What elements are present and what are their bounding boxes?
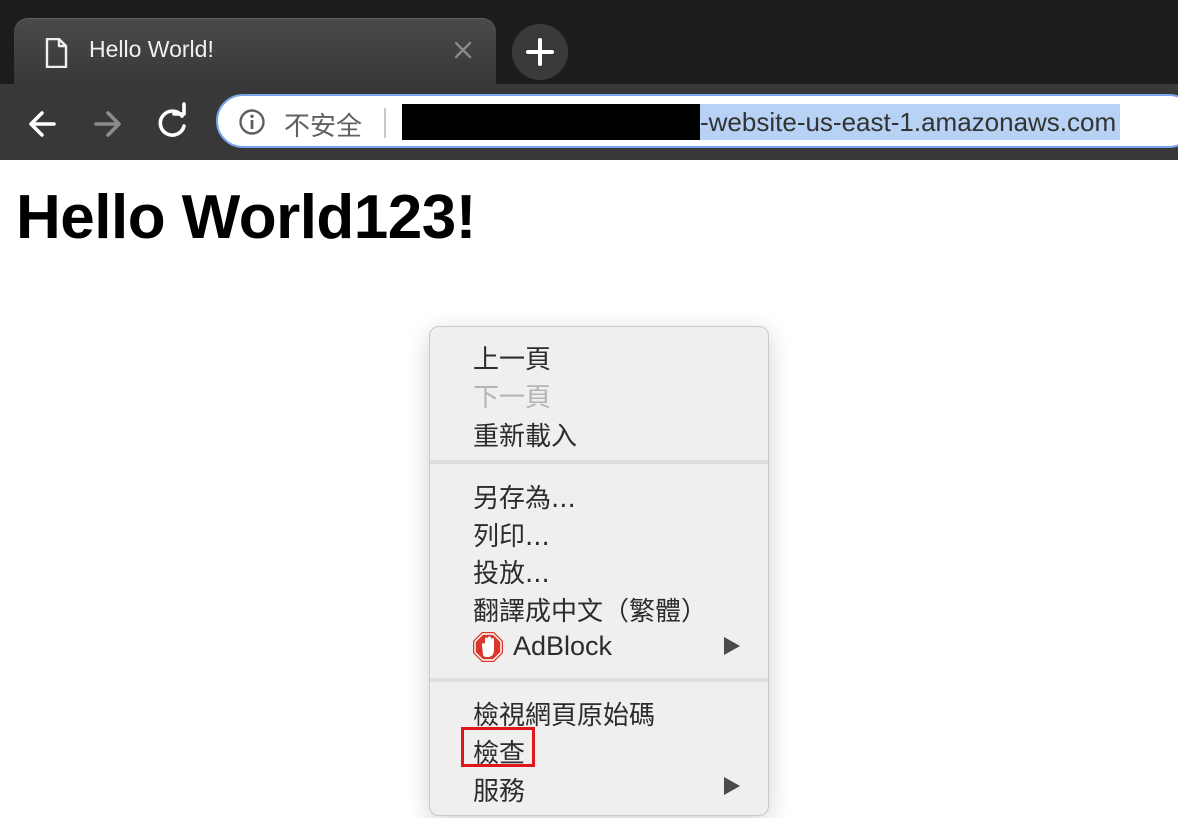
- menu-item-translate[interactable]: 翻譯成中文（繁體）: [430, 587, 768, 627]
- context-menu: 上一頁 下一頁 重新載入 另存為... 列印... 投放... 翻譯成中文（繁體…: [429, 326, 769, 816]
- address-bar[interactable]: 不安全 -website-us-east-1.amazonaws.com: [216, 94, 1178, 148]
- menu-separator: [430, 678, 768, 682]
- document-icon: [45, 38, 68, 68]
- browser-chrome: Hello World! 不安全 -website-us-east-1.amaz…: [0, 0, 1178, 160]
- menu-item-label: 上一頁: [473, 345, 552, 375]
- menu-item-back[interactable]: 上一頁: [430, 335, 768, 375]
- toolbar: 不安全 -website-us-east-1.amazonaws.com: [0, 84, 1178, 160]
- menu-item-label: 下一頁: [473, 383, 552, 413]
- close-icon[interactable]: [450, 36, 476, 64]
- menu-item-label: 服務: [473, 777, 526, 807]
- submenu-arrow-icon: [724, 637, 740, 655]
- page-heading: Hello World123!: [16, 183, 476, 252]
- menu-item-adblock[interactable]: AdBlock: [430, 627, 768, 665]
- menu-item-label: 另存為...: [473, 484, 576, 514]
- menu-item-label: 投放...: [473, 559, 550, 589]
- menu-item-label: 列印...: [473, 522, 550, 552]
- info-icon[interactable]: [238, 108, 266, 136]
- url-redaction: [402, 104, 700, 140]
- security-label[interactable]: 不安全: [284, 106, 362, 143]
- menu-item-label: 翻譯成中文（繁體）: [473, 597, 708, 627]
- adblock-icon: [473, 632, 503, 662]
- omnibox-divider: [384, 108, 386, 138]
- highlight-box: [461, 727, 535, 767]
- menu-item-forward: 下一頁: [430, 373, 768, 413]
- menu-item-services[interactable]: 服務: [430, 767, 768, 807]
- plus-icon: [526, 38, 554, 66]
- menu-item-label: 重新載入: [473, 422, 578, 452]
- tab-title: Hello World!: [89, 36, 214, 62]
- reload-icon[interactable]: [150, 102, 194, 146]
- menu-item-reload[interactable]: 重新載入: [430, 412, 768, 452]
- menu-item-save-as[interactable]: 另存為...: [430, 474, 768, 514]
- forward-arrow-icon[interactable]: [86, 102, 130, 146]
- new-tab-button[interactable]: [512, 24, 568, 80]
- menu-item-label: AdBlock: [513, 631, 613, 661]
- submenu-arrow-icon: [724, 777, 740, 795]
- browser-tab[interactable]: Hello World!: [14, 18, 496, 84]
- menu-separator: [430, 460, 768, 464]
- menu-item-inspect[interactable]: 檢查: [430, 727, 768, 769]
- menu-item-print[interactable]: 列印...: [430, 512, 768, 552]
- url-text[interactable]: -website-us-east-1.amazonaws.com: [700, 104, 1121, 140]
- menu-item-view-source[interactable]: 檢視網頁原始碼: [430, 691, 768, 731]
- back-arrow-icon[interactable]: [20, 102, 64, 146]
- menu-item-cast[interactable]: 投放...: [430, 549, 768, 589]
